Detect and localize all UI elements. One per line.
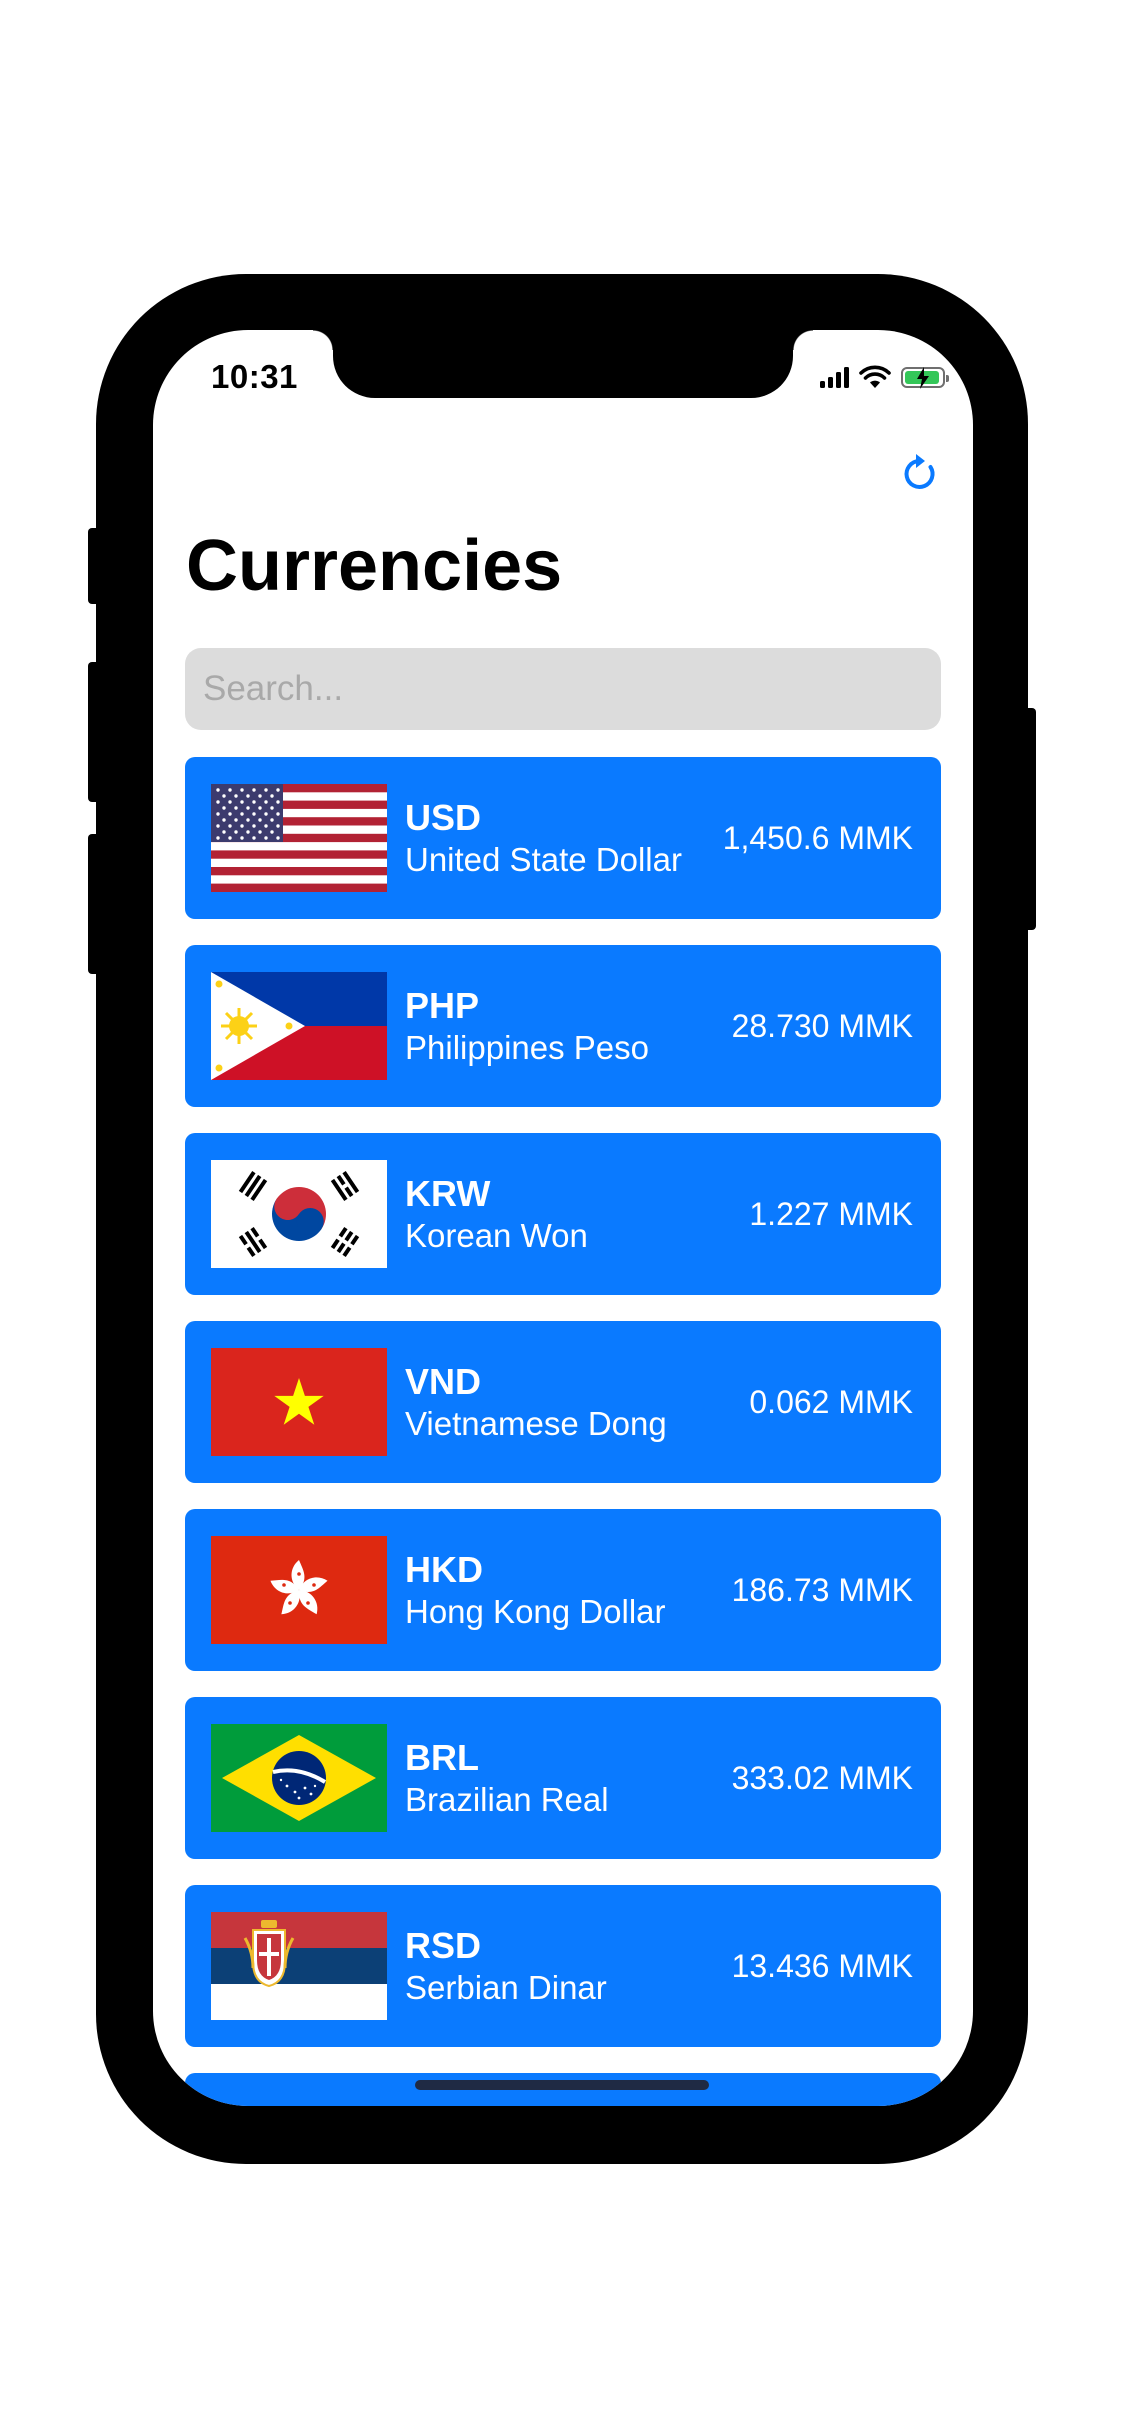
hong-kong-flag-icon: [211, 1536, 387, 1644]
battery-icon: [901, 366, 949, 389]
currency-rate: 333.02 MMK: [731, 1760, 913, 1796]
currency-row-usd[interactable]: USD United State Dollar 1,450.6 MMK: [185, 757, 941, 919]
currency-rate: 1,450.6 MMK: [722, 820, 913, 856]
philippines-flag-icon: [211, 972, 387, 1080]
wifi-icon: [859, 365, 891, 388]
page-title: Currencies: [186, 526, 563, 606]
notch: [313, 330, 813, 398]
status-icons: [820, 362, 949, 392]
usa-flag-icon: [211, 784, 387, 892]
vietnam-flag-icon: [211, 1348, 387, 1456]
phone-screen: 10:31 Currencies Search... USD United St…: [153, 330, 973, 2106]
currency-code: USD: [405, 797, 482, 838]
currency-code: BRL: [405, 1737, 479, 1778]
currency-code: KRW: [405, 1173, 491, 1214]
currency-code: RSD: [405, 1925, 482, 1966]
currency-row-rsd[interactable]: RSD Serbian Dinar 13.436 MMK: [185, 1885, 941, 2047]
currency-code: PHP: [405, 985, 480, 1026]
cellular-signal-icon: [820, 366, 849, 388]
home-indicator: [415, 2080, 709, 2090]
currency-code: HKD: [405, 1549, 483, 1590]
currency-name: Hong Kong Dollar: [405, 1593, 666, 1630]
search-input[interactable]: [185, 648, 941, 730]
status-time: 10:31: [211, 358, 298, 395]
currency-name: United State Dollar: [405, 841, 682, 878]
south-korea-flag-icon: [211, 1160, 387, 1268]
currency-row-hkd[interactable]: HKD Hong Kong Dollar 186.73 MMK: [185, 1509, 941, 1671]
currency-row-php[interactable]: PHP Philippines Peso 28.730 MMK: [185, 945, 941, 1107]
currency-name: Philippines Peso: [405, 1029, 649, 1066]
currency-list[interactable]: USD United State Dollar 1,450.6 MMK PHP …: [185, 757, 941, 2106]
brazil-flag-icon: [211, 1724, 387, 1832]
currency-rate: 1.227 MMK: [749, 1196, 913, 1232]
currency-name: Korean Won: [405, 1217, 588, 1254]
currency-rate: 13.436 MMK: [731, 1948, 913, 1984]
currency-rate: 0.062 MMK: [749, 1384, 913, 1420]
currency-rate: 186.73 MMK: [731, 1572, 913, 1608]
currency-name: Brazilian Real: [405, 1781, 609, 1818]
currency-rate: 28.730 MMK: [731, 1008, 913, 1044]
currency-name: Vietnamese Dong: [405, 1405, 667, 1442]
serbia-flag-icon: [211, 1912, 387, 2020]
currency-code: VND: [405, 1361, 482, 1402]
currency-row-krw[interactable]: KRW Korean Won 1.227 MMK: [185, 1133, 941, 1295]
currency-row-vnd[interactable]: VND Vietnamese Dong 0.062 MMK: [185, 1321, 941, 1483]
currency-row-brl[interactable]: BRL Brazilian Real 333.02 MMK: [185, 1697, 941, 1859]
currency-name: Serbian Dinar: [405, 1969, 607, 2006]
refresh-icon[interactable]: [897, 450, 945, 498]
